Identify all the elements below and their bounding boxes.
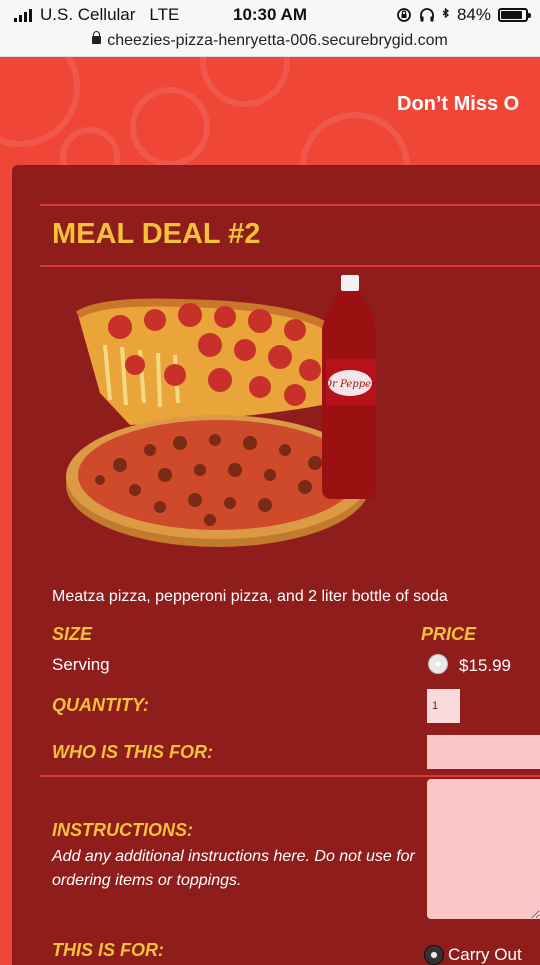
who-is-this-for-input[interactable] [427, 735, 540, 769]
this-is-for-label: THIS IS FOR: [52, 940, 164, 960]
carry-out-label: Carry Out [448, 945, 522, 964]
headphones-icon [420, 8, 434, 22]
pizza-pattern-decoration [130, 87, 210, 165]
pizza-pattern-decoration [60, 127, 120, 165]
soda-bottle: Dr Pepper [322, 275, 377, 499]
deal-description: Meatza pizza, pepperoni pizza, and 2 lit… [52, 588, 448, 605]
title-divider-top [40, 204, 540, 206]
url-text: cheezies-pizza-henryetta-006.securebrygi… [107, 32, 448, 49]
title-divider-bottom [40, 265, 540, 267]
price-label: PRICE [421, 624, 477, 644]
deal-title: MEAL DEAL #2 [52, 218, 261, 250]
size-label: SIZE [52, 624, 93, 644]
pizza-pattern-decoration [300, 112, 410, 165]
battery-icon [498, 8, 531, 22]
price-value: $15.99 [459, 656, 511, 675]
instructions-help-text: Add any additional instructions here. Do… [52, 848, 415, 889]
bluetooth-signal-icon [442, 7, 450, 19]
instructions-label: INSTRUCTIONS: [52, 820, 193, 840]
meal-deal-image: Dr Pepper [66, 275, 377, 547]
price-radio[interactable] [428, 654, 448, 674]
pizza-pattern-decoration [200, 57, 290, 107]
soda-bottle-logo: Dr Pepper [323, 379, 377, 390]
size-value: Serving [52, 655, 110, 674]
battery-percent: 84% [456, 5, 491, 24]
status-right: 84% [396, 5, 531, 25]
section-divider [40, 775, 540, 777]
header-banner: Don’t Miss O [0, 57, 540, 165]
orientation-lock-icon [397, 8, 411, 22]
status-bar: U.S. Cellular LTE 10:30 AM 84% [0, 0, 540, 30]
address-bar[interactable]: cheezies-pizza-henryetta-006.securebrygi… [0, 30, 540, 57]
instructions-textarea[interactable] [427, 779, 540, 919]
pizza-pattern-decoration [0, 57, 80, 147]
pepperoni-pizza-slice [75, 298, 331, 425]
promo-banner-text[interactable]: Don’t Miss O [397, 93, 519, 116]
carry-out-radio[interactable] [424, 945, 444, 965]
who-is-this-for-label: WHO IS THIS FOR: [52, 742, 213, 762]
quantity-input[interactable] [427, 689, 460, 723]
lock-icon [92, 31, 102, 44]
quantity-label: QUANTITY: [52, 695, 149, 715]
